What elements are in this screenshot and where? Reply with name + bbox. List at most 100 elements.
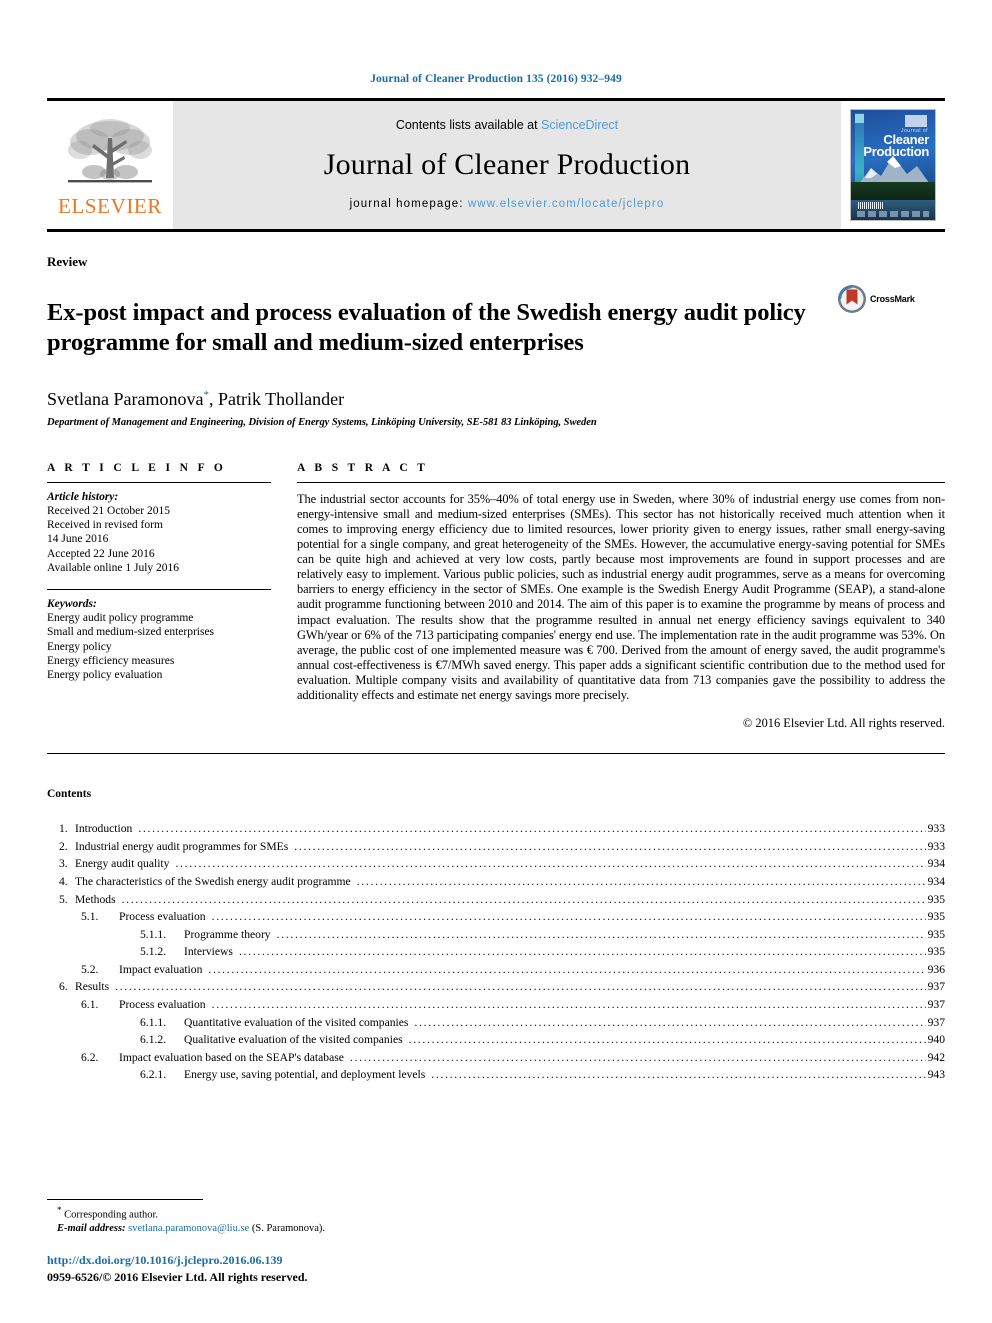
toc-leader-dots: ........................................… bbox=[175, 857, 925, 871]
toc-entry-label: Programme theory bbox=[184, 927, 271, 941]
toc-entry-label: Qualitative evaluation of the visited co… bbox=[184, 1033, 403, 1047]
toc-entry-page: 935 bbox=[927, 945, 945, 959]
toc-entry[interactable]: 5. Methods...............................… bbox=[47, 891, 945, 909]
toc-entry-label: Process evaluation bbox=[119, 998, 206, 1012]
toc-entry-label: Energy use, saving potential, and deploy… bbox=[184, 1068, 426, 1082]
masthead-bottom-rule bbox=[47, 229, 945, 232]
toc-entry[interactable]: 1. Introduction..........................… bbox=[47, 820, 945, 838]
cover-fineprint bbox=[857, 211, 929, 217]
toc-leader-dots: ........................................… bbox=[294, 839, 926, 853]
toc-entry[interactable]: 5.1.2. Interviews........................… bbox=[47, 943, 945, 961]
toc-entry-label: Impact evaluation based on the SEAP's da… bbox=[119, 1050, 344, 1064]
toc-entry-page: 933 bbox=[927, 822, 945, 836]
toc-leader-dots: ........................................… bbox=[138, 822, 925, 836]
toc-entry[interactable]: 6.1.1. Quantitative evaluation of the vis… bbox=[47, 1014, 945, 1032]
toc-entry[interactable]: 5.1.1. Programme theory..................… bbox=[47, 926, 945, 944]
toc-entry-number: 5.1. bbox=[81, 910, 99, 924]
issn-copyright: 0959-6526/© 2016 Elsevier Ltd. All right… bbox=[47, 1270, 308, 1284]
article-info-column: A R T I C L E I N F O Article history: R… bbox=[47, 462, 297, 731]
toc-entry-label: Impact evaluation bbox=[119, 962, 203, 976]
toc-entry[interactable]: 6.1.2. Qualitative evaluation of the visi… bbox=[47, 1031, 945, 1049]
corresponding-author-note: * Corresponding author. E-mail address: … bbox=[47, 1204, 547, 1236]
author-secondary: , Patrik Thollander bbox=[208, 388, 345, 409]
homepage-link[interactable]: www.elsevier.com/locate/jclepro bbox=[468, 198, 664, 210]
toc-entry-number: 4. bbox=[59, 874, 68, 888]
info-abstract-block: A R T I C L E I N F O Article history: R… bbox=[47, 462, 945, 731]
toc-entry[interactable]: 3. Energy audit quality..................… bbox=[47, 855, 945, 873]
keyword-item: Small and medium-sized enterprises bbox=[47, 626, 215, 639]
history-line: Received in revised form bbox=[47, 519, 163, 532]
toc-leader-dots: ........................................… bbox=[276, 927, 926, 941]
abstract-bottom-rule bbox=[47, 753, 945, 755]
toc-entry[interactable]: 2. Industrial energy audit programmes for… bbox=[47, 838, 945, 856]
toc-leader-dots: ........................................… bbox=[121, 892, 926, 906]
article-history: Article history: Received 21 October 201… bbox=[47, 490, 271, 575]
toc-entry-label: Methods bbox=[75, 892, 116, 906]
toc-leader-dots: ........................................… bbox=[115, 980, 925, 994]
history-line: Available online 1 July 2016 bbox=[47, 561, 180, 574]
toc-entry-number: 5.1.2. bbox=[140, 945, 167, 959]
elsevier-logo: ELSEVIER bbox=[47, 101, 173, 229]
keywords-block: Keywords: Energy audit policy programme … bbox=[47, 597, 271, 682]
toc-entry-number: 6. bbox=[59, 980, 68, 994]
keywords-rule bbox=[47, 589, 271, 591]
toc-entry-page: 935 bbox=[927, 927, 945, 941]
doi-link[interactable]: http://dx.doi.org/10.1016/j.jclepro.2016… bbox=[47, 1253, 547, 1268]
email-label: E-mail address: bbox=[57, 1222, 126, 1234]
journal-title: Journal of Cleaner Production bbox=[323, 148, 691, 181]
crossmark-label: CrossMark bbox=[870, 294, 915, 304]
title-row: Ex-post impact and process evaluation of… bbox=[47, 282, 945, 375]
masthead-center: Contents lists available at ScienceDirec… bbox=[173, 101, 841, 229]
toc-entry-number: 2. bbox=[59, 839, 68, 853]
toc-entry[interactable]: 6. Results...............................… bbox=[47, 978, 945, 996]
abstract-heading: A B S T R A C T bbox=[297, 461, 429, 474]
toc-entry[interactable]: 4. The characteristics of the Swedish ene… bbox=[47, 873, 945, 891]
toc-entry-page: 935 bbox=[927, 910, 945, 924]
crossmark-badge[interactable]: CrossMark bbox=[837, 284, 915, 314]
toc-entry-label: Energy audit quality bbox=[75, 857, 170, 871]
table-of-contents: 1. Introduction..........................… bbox=[47, 820, 945, 1084]
contents-heading: Contents bbox=[47, 788, 92, 801]
contents-prefix: Contents lists available at bbox=[395, 118, 542, 132]
homepage-prefix: journal homepage: bbox=[349, 198, 468, 210]
sciencedirect-link[interactable]: ScienceDirect bbox=[541, 118, 618, 132]
toc-entry-number: 5.2. bbox=[81, 962, 99, 976]
toc-entry-label: The characteristics of the Swedish energ… bbox=[75, 874, 351, 888]
toc-entry-page: 935 bbox=[927, 892, 945, 906]
toc-entry-page: 943 bbox=[927, 1068, 945, 1082]
toc-leader-dots: ........................................… bbox=[356, 874, 926, 888]
footnote-rule bbox=[47, 1198, 203, 1200]
toc-entry-label: Results bbox=[75, 980, 110, 994]
toc-leader-dots: ........................................… bbox=[349, 1050, 926, 1064]
abstract-text: The industrial sector accounts for 35%–4… bbox=[297, 491, 945, 703]
author-primary: Svetlana Paramonova bbox=[47, 388, 204, 409]
toc-entry-page: 933 bbox=[927, 839, 945, 853]
toc-entry[interactable]: 6.2.1. Energy use, saving potential, and … bbox=[47, 1066, 945, 1084]
email-suffix: (S. Paramonova). bbox=[249, 1222, 326, 1234]
cover-treeline bbox=[851, 182, 935, 202]
toc-entry-page: 934 bbox=[927, 857, 945, 871]
article-info-heading: A R T I C L E I N F O bbox=[47, 461, 227, 474]
author-list: Svetlana Paramonova*, Patrik Thollander bbox=[47, 389, 945, 410]
toc-entry[interactable]: 6.2. Impact evaluation based on the SEAP'… bbox=[47, 1049, 945, 1067]
toc-entry-page: 937 bbox=[927, 998, 945, 1012]
email-link[interactable]: svetlana.paramonova@liu.se bbox=[128, 1223, 249, 1234]
toc-entry-label: Industrial energy audit programmes for S… bbox=[75, 839, 289, 853]
toc-leader-dots: ........................................… bbox=[208, 962, 926, 976]
toc-entry[interactable]: 6.1. Process evaluation..................… bbox=[47, 996, 945, 1014]
toc-entry-number: 5. bbox=[59, 892, 68, 906]
article-type: Review bbox=[47, 254, 88, 269]
toc-entry[interactable]: 5.1. Process evaluation..................… bbox=[47, 908, 945, 926]
toc-entry-label: Introduction bbox=[75, 822, 133, 836]
toc-entry-number: 6.1.1. bbox=[140, 1015, 167, 1029]
toc-entry-page: 940 bbox=[927, 1033, 945, 1047]
toc-entry[interactable]: 5.2. Impact evaluation...................… bbox=[47, 961, 945, 979]
journal-cover-thumbnail: Journal of Cleaner Production bbox=[841, 101, 945, 229]
cover-spine-badge bbox=[855, 114, 864, 123]
contents-available-line: Contents lists available at ScienceDirec… bbox=[396, 118, 618, 132]
keyword-item: Energy policy evaluation bbox=[47, 669, 163, 682]
journal-homepage-line: journal homepage: www.elsevier.com/locat… bbox=[350, 198, 665, 210]
abstract-copyright: © 2016 Elsevier Ltd. All rights reserved… bbox=[742, 716, 945, 731]
toc-entry-number: 6.1. bbox=[81, 998, 99, 1012]
toc-entry-page: 942 bbox=[927, 1050, 945, 1064]
